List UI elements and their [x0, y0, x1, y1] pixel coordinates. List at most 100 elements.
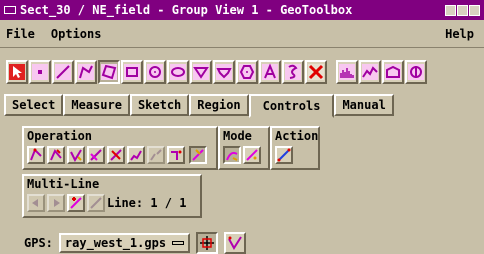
line-counter: Line: 1 / 1: [107, 196, 187, 210]
point-tool[interactable]: [29, 60, 51, 84]
mode-point-button[interactable]: [243, 146, 261, 164]
apply-line-icon: [277, 148, 291, 162]
snap-button[interactable]: [189, 146, 207, 164]
erase-icon: [308, 64, 324, 80]
delete-vertex-button[interactable]: [107, 146, 125, 164]
smooth-line-button[interactable]: [127, 146, 145, 164]
snap-icon: [192, 149, 204, 161]
mode-group: Mode: [218, 126, 270, 170]
circle-tool[interactable]: [144, 60, 166, 84]
minimize-button[interactable]: [445, 4, 456, 16]
mode-stream-button[interactable]: [223, 146, 241, 164]
ellipse-tool[interactable]: [167, 60, 189, 84]
scatter-icon: [385, 64, 401, 80]
window-title: Sect_30 / NE_field - Group View 1 - GeoT…: [20, 3, 353, 17]
hexagon-tool[interactable]: [213, 60, 235, 84]
stream-mode-icon: [226, 151, 238, 161]
sketch-icon: [285, 64, 301, 80]
multiline-group: Multi-Line Line: 1 / 1: [22, 174, 202, 218]
gps-track-button[interactable]: [196, 232, 219, 254]
mode-label: Mode: [223, 129, 252, 143]
rectangle-icon: [124, 64, 140, 80]
menu-options[interactable]: Options: [51, 27, 102, 41]
action-group: Action: [270, 126, 320, 170]
text-tool[interactable]: [259, 60, 281, 84]
next-arrow-icon: [54, 199, 60, 207]
circle-icon: [147, 64, 163, 80]
previous-arrow-icon: [32, 199, 38, 207]
erase-tool[interactable]: [305, 60, 327, 84]
insert-vertex-icon: [50, 149, 62, 161]
gps-row: GPS: ray_west_1.gps: [24, 232, 247, 254]
add-vertex-icon: [30, 148, 42, 161]
scatter-tool[interactable]: [382, 60, 404, 84]
close-button[interactable]: [469, 4, 480, 16]
ellipse-icon: [170, 64, 186, 80]
tab-sketch[interactable]: Sketch: [129, 94, 190, 116]
gps-source-value: ray_west_1.gps: [64, 236, 167, 250]
gps-draw-button[interactable]: [224, 232, 247, 254]
regular-polygon-tool[interactable]: [190, 60, 212, 84]
octagon-tool[interactable]: [236, 60, 258, 84]
operation-group: Operation: [22, 126, 218, 170]
add-line-button[interactable]: [67, 194, 85, 212]
join-line-icon: [171, 150, 182, 160]
gps-source-select[interactable]: ray_west_1.gps: [58, 233, 191, 253]
prism-icon: [408, 64, 424, 80]
polyline-icon: [78, 64, 94, 80]
title-bar: Sect_30 / NE_field - Group View 1 - GeoT…: [0, 0, 484, 20]
smooth-line-icon: [130, 150, 142, 161]
split-line-button[interactable]: [147, 146, 165, 164]
menu-bar: File Options Help: [0, 20, 484, 48]
tab-select[interactable]: Select: [4, 94, 64, 116]
join-line-button[interactable]: [167, 146, 185, 164]
gps-draw-icon: [228, 236, 242, 250]
add-line-icon: [70, 197, 82, 209]
gps-track-icon: [200, 236, 215, 250]
sketch-tool[interactable]: [282, 60, 304, 84]
remove-line-button[interactable]: [87, 194, 105, 212]
rectangle-tool[interactable]: [121, 60, 143, 84]
reshape-button[interactable]: [87, 146, 105, 164]
prism-tool[interactable]: [405, 60, 427, 84]
multiline-label: Multi-Line: [27, 177, 100, 191]
point-icon: [32, 64, 48, 80]
point-mode-icon: [246, 149, 258, 161]
previous-line-button[interactable]: [27, 194, 45, 212]
histogram-tool[interactable]: [336, 60, 358, 84]
polyline-tool[interactable]: [75, 60, 97, 84]
action-apply-button[interactable]: [275, 146, 293, 164]
polygon-icon: [101, 64, 117, 80]
tab-region[interactable]: Region: [189, 94, 249, 116]
menu-file[interactable]: File: [6, 27, 35, 41]
histogram-icon: [339, 64, 355, 80]
maximize-button[interactable]: [457, 4, 468, 16]
window-menu-icon[interactable]: [4, 6, 16, 14]
tool-palette: [6, 60, 428, 88]
tab-measure[interactable]: Measure: [63, 94, 130, 116]
polygon-tool[interactable]: [98, 60, 120, 84]
hexagon-icon: [216, 64, 232, 80]
profile-tool[interactable]: [359, 60, 381, 84]
delete-vertex-icon: [110, 149, 122, 161]
split-line-icon: [150, 149, 162, 161]
profile-icon: [362, 64, 378, 80]
add-vertex-button[interactable]: [27, 146, 45, 164]
remove-line-icon: [90, 197, 102, 209]
select-tool[interactable]: [6, 60, 28, 84]
move-vertex-icon: [70, 149, 82, 162]
select-icon: [9, 64, 25, 80]
next-line-button[interactable]: [47, 194, 65, 212]
action-label: Action: [275, 129, 319, 143]
insert-vertex-button[interactable]: [47, 146, 65, 164]
move-vertex-button[interactable]: [67, 146, 85, 164]
line-tool[interactable]: [52, 60, 74, 84]
octagon-icon: [239, 64, 255, 80]
gps-label: GPS:: [24, 236, 53, 250]
tab-controls[interactable]: Controls: [248, 94, 335, 118]
tab-manual[interactable]: Manual: [334, 94, 394, 116]
menu-help[interactable]: Help: [445, 27, 474, 41]
regular-polygon-icon: [193, 64, 209, 80]
tab-strip: Select Measure Sketch Region Controls Ma…: [4, 94, 394, 118]
line-icon: [55, 64, 71, 80]
